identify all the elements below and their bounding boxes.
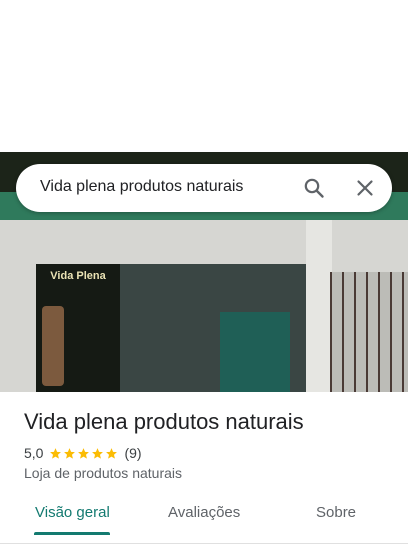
search-input[interactable]: Vida plena produtos naturais xyxy=(40,178,243,196)
rating-stars xyxy=(49,447,118,460)
tab-selected-indicator xyxy=(34,532,110,535)
tab-about[interactable]: Sobre xyxy=(316,504,356,521)
search-bar[interactable]: Vida plena produtos naturais xyxy=(16,164,392,212)
store-shelves xyxy=(220,312,290,392)
star-icon xyxy=(106,447,118,459)
star-icon xyxy=(78,447,90,459)
tab-bar: Visão geral Avaliações Sobre xyxy=(0,492,408,544)
star-icon xyxy=(92,447,104,459)
close-icon[interactable] xyxy=(353,176,377,200)
star-icon xyxy=(50,447,62,459)
tab-reviews[interactable]: Avaliações xyxy=(168,504,240,521)
place-category: Loja de produtos naturais xyxy=(24,465,182,481)
place-title: Vida plena produtos naturais xyxy=(24,409,304,434)
store-sign-images xyxy=(42,306,64,386)
storefront-pillar xyxy=(306,220,332,392)
rating-value: 5,0 xyxy=(24,445,44,461)
star-icon xyxy=(64,447,76,459)
window-grille xyxy=(330,272,408,392)
store-sign: Vida Plena xyxy=(36,264,120,392)
rating-row[interactable]: 5,0 (9) xyxy=(24,444,142,462)
tab-overview[interactable]: Visão geral xyxy=(35,504,110,521)
search-icon[interactable] xyxy=(302,176,326,200)
store-sign-title: Vida Plena xyxy=(50,270,106,282)
review-count[interactable]: (9) xyxy=(124,445,141,461)
